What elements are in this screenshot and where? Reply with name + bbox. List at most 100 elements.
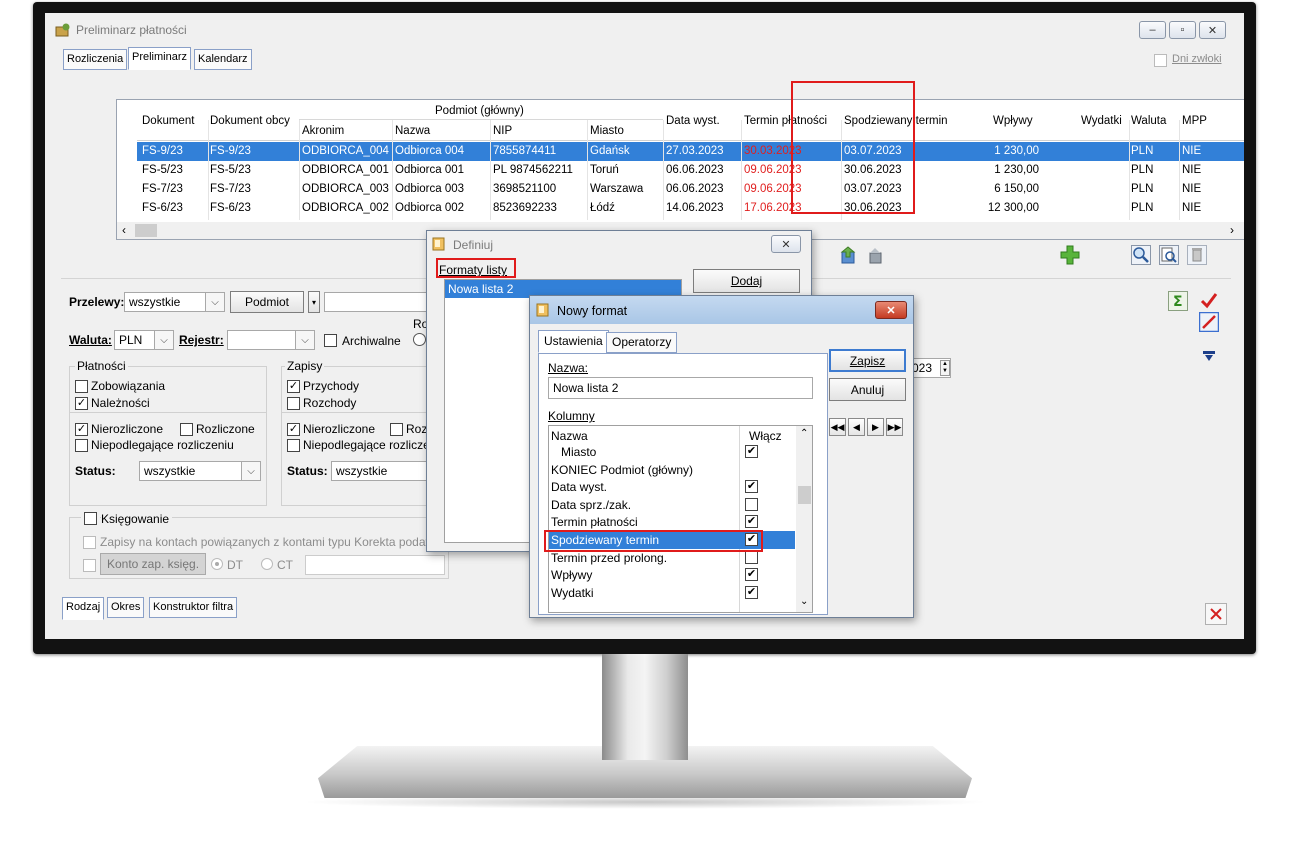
sum-icon[interactable]: Σ [1168, 291, 1188, 311]
table-row[interactable]: FS-7/23 FS-7/23 ODBIORCA_003 Odbiorca 003 36… [137, 180, 1244, 199]
table-row[interactable]: FS-9/23 FS-9/23 ODBIORCA_004 Odbiorca 004 78… [137, 142, 1244, 161]
nazwa-input[interactable]: Nowa lista 2 [548, 377, 813, 399]
tab-ustawienia[interactable]: Ustawienia [538, 330, 609, 353]
zapisy-rozliczone-checkbox[interactable] [390, 422, 403, 437]
ro-radio[interactable] [413, 333, 426, 346]
move-first-icon[interactable]: ◀◀ [829, 418, 846, 436]
kolumny-row[interactable]: Data wyst. ✔ [549, 478, 795, 496]
add-icon[interactable] [1060, 245, 1080, 265]
ct-radio[interactable] [261, 558, 273, 570]
nowy-format-close-button[interactable]: ✕ [875, 301, 907, 319]
dni-zwloki-checkbox[interactable] [1154, 53, 1167, 68]
search-icon[interactable] [1131, 245, 1151, 265]
kolumny-row-checkbox[interactable] [745, 550, 758, 564]
zapisy-nierozliczone-checkbox[interactable]: ✓ [287, 422, 300, 437]
move-down-icon[interactable]: ▶ [867, 418, 884, 436]
ksiegowanie-checkbox[interactable] [81, 511, 100, 526]
kolumny-row-checkbox[interactable]: ✔ [745, 515, 758, 529]
preview-icon[interactable] [1159, 245, 1179, 265]
move-last-icon[interactable]: ▶▶ [886, 418, 903, 436]
podmiot-button[interactable]: Podmiot [230, 291, 304, 313]
zapisy-niepodlegajace-label: Niepodlegające rozliczen [303, 438, 437, 452]
header-akronim[interactable]: Akronim [302, 125, 344, 137]
status-select[interactable]: wszystkie [139, 461, 243, 481]
kolumny-row[interactable]: Wpływy ✔ [549, 566, 795, 584]
header-data-wyst[interactable]: Data wyst. [666, 115, 720, 127]
dt-radio[interactable] [211, 558, 223, 570]
header-nazwa[interactable]: Nazwa [395, 125, 430, 137]
zobowiazania-checkbox[interactable] [75, 379, 88, 394]
kolumny-row-checkbox[interactable]: ✔ [745, 480, 758, 494]
waluta-select[interactable]: PLN [114, 330, 156, 350]
filter-down-icon[interactable] [1199, 346, 1219, 366]
kolumny-list[interactable]: Nazwa Włącz Miasto ✔ KONIEC Podmiot (główn… [548, 425, 813, 613]
podmiot-field[interactable] [324, 292, 434, 312]
platnosci-title: Płatności [75, 359, 128, 373]
nierozliczone-checkbox[interactable]: ✓ [75, 422, 88, 437]
rejestr-dropdown-arrow[interactable]: ⌵ [295, 330, 315, 350]
move-up-icon[interactable]: ◀ [848, 418, 865, 436]
kolumny-row[interactable]: Data sprz./zak. [549, 496, 795, 514]
table-row[interactable]: FS-6/23 FS-6/23 ODBIORCA_002 Odbiorca 002 85… [137, 199, 1244, 218]
zapisy-niepodlegajace-checkbox[interactable] [287, 438, 300, 453]
date-spinner[interactable]: ▲ ▼ [940, 360, 950, 376]
podmiot-menu-button[interactable]: ▾ [308, 291, 320, 313]
kolumny-scrollbar[interactable]: ⌃ ⌄ [796, 426, 812, 612]
zapisz-button[interactable]: Zapisz [829, 349, 906, 372]
header-wydatki[interactable]: Wydatki [1081, 115, 1122, 127]
check-red-icon[interactable] [1199, 291, 1219, 311]
uncheck-icon[interactable] [1199, 312, 1219, 332]
konto-zap-button[interactable]: Konto zap. księg. [100, 553, 206, 575]
status-dropdown-arrow[interactable]: ⌵ [241, 461, 261, 481]
waluta-dropdown-arrow[interactable]: ⌵ [154, 330, 174, 350]
kolumny-row[interactable]: Wydatki ✔ [549, 584, 795, 602]
zapisy-status-select[interactable]: wszystkie [331, 461, 431, 481]
kolumny-row[interactable]: Miasto ✔ [549, 443, 795, 461]
header-dokument-obcy[interactable]: Dokument obcy [210, 115, 290, 127]
rozchody-checkbox[interactable] [287, 396, 300, 411]
anuluj-button[interactable]: Anuluj [829, 378, 906, 401]
zapisy-kontach-checkbox[interactable] [83, 535, 96, 550]
header-miasto[interactable]: Miasto [590, 125, 624, 137]
import-icon[interactable] [866, 245, 886, 265]
header-dokument[interactable]: Dokument [142, 115, 194, 127]
header-wplywy[interactable]: Wpływy [993, 115, 1033, 127]
tab-rodzaj[interactable]: Rodzaj [62, 597, 105, 620]
niepodlegajace-checkbox[interactable] [75, 438, 88, 453]
delete-icon[interactable] [1187, 245, 1207, 265]
tab-operatorzy[interactable]: Operatorzy [606, 332, 678, 353]
app-icon [55, 22, 71, 41]
przelewy-dropdown-arrow[interactable]: ⌵ [205, 292, 225, 312]
konto-field[interactable] [305, 555, 445, 575]
header-mpp[interactable]: MPP [1182, 115, 1207, 127]
konto-zap-checkbox[interactable] [83, 558, 96, 573]
tab-kalendarz[interactable]: Kalendarz [194, 49, 252, 70]
rozliczone-checkbox[interactable] [180, 422, 193, 437]
archiwalne-checkbox[interactable] [324, 333, 337, 348]
minimize-button[interactable]: ‒ [1139, 21, 1166, 39]
kolumny-row-checkbox[interactable]: ✔ [745, 585, 758, 599]
kolumny-row-checkbox[interactable]: ✔ [745, 568, 758, 582]
kolumny-row-name: Miasto [561, 445, 597, 459]
definiuj-close-button[interactable]: ✕ [771, 235, 801, 253]
tab-rozliczenia[interactable]: Rozliczenia [63, 49, 128, 70]
kolumny-row-checkbox[interactable] [745, 497, 758, 511]
przychody-checkbox[interactable]: ✓ [287, 379, 300, 394]
export-icon[interactable] [839, 245, 859, 265]
rejestr-select[interactable] [227, 330, 297, 350]
maximize-button[interactable]: ▫ [1169, 21, 1196, 39]
przelewy-select[interactable]: wszystkie [124, 292, 207, 312]
tab-konstruktor-filtra[interactable]: Konstruktor filtra [149, 597, 238, 618]
tab-okres[interactable]: Okres [107, 597, 145, 618]
close-window-button[interactable]: ✕ [1199, 21, 1226, 39]
tab-preliminarz[interactable]: Preliminarz [128, 47, 192, 70]
naleznosci-checkbox[interactable]: ✓ [75, 396, 88, 411]
dodaj-button[interactable]: Dodaj [693, 269, 800, 293]
kolumny-row-checkbox[interactable]: ✔ [745, 445, 758, 458]
header-nip[interactable]: NIP [493, 125, 512, 137]
header-waluta[interactable]: Waluta [1131, 115, 1166, 127]
kolumny-row[interactable]: KONIEC Podmiot (główny) [549, 461, 795, 479]
table-row[interactable]: FS-5/23 FS-5/23 ODBIORCA_001 Odbiorca 001 PL… [137, 161, 1244, 180]
close-red-icon[interactable] [1205, 603, 1227, 625]
kolumny-row[interactable]: Termin płatności ✔ [549, 513, 795, 531]
